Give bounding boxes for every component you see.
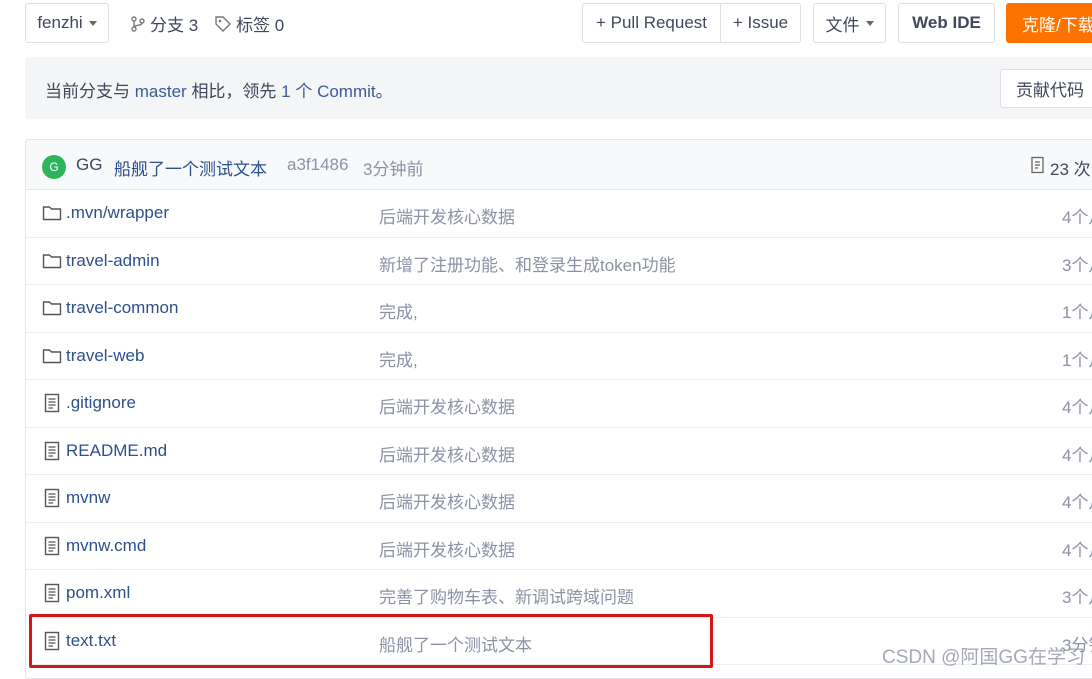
file-commit-time: 3个月 [1062, 255, 1092, 275]
branch-select-label: fenzhi [37, 13, 83, 32]
file-name-link[interactable]: travel-web [66, 346, 144, 366]
folder-icon [42, 251, 62, 271]
file-icon [42, 488, 62, 508]
file-list: G GG 船舰了一个测试文本 a3f1486 3分钟前 23 次 .mvn/wr… [25, 139, 1092, 679]
file-row[interactable]: .gitignore 后端开发核心数据 4个月 [26, 380, 1092, 428]
file-name-link[interactable]: mvnw.cmd [66, 536, 146, 556]
file-name-link[interactable]: travel-common [66, 298, 178, 318]
clone-download-button[interactable]: 克隆/下载 [1006, 3, 1092, 43]
issue-label: + Issue [732, 13, 789, 32]
branch-icon [131, 15, 145, 32]
file-commit-time: 4个月 [1062, 445, 1092, 465]
tags-link[interactable]: 标签 0 [214, 11, 284, 36]
latest-commit-bar: G GG 船舰了一个测试文本 a3f1486 3分钟前 23 次 [26, 140, 1092, 190]
file-commit-time: 3个月 [1062, 588, 1092, 607]
tag-icon [215, 15, 231, 32]
annotation-highlight [29, 614, 713, 668]
banner-branch-link[interactable]: master [135, 82, 187, 101]
branch-compare-text: 当前分支与 master 相比，领先 1 个 Commit。 [45, 77, 393, 102]
chevron-down-icon [865, 20, 874, 26]
contribute-button[interactable]: 贡献代码 [1000, 69, 1092, 108]
banner-prefix: 当前分支与 [45, 82, 130, 101]
file-commit-message[interactable]: 完善了购物车表、新调试跨域问题 [379, 583, 634, 608]
banner-commit-count-link[interactable]: 1 个 Commit [281, 82, 375, 101]
branch-select[interactable]: fenzhi [25, 3, 109, 43]
folder-icon [42, 203, 62, 223]
watermark: CSDN @阿国GG在学习 [882, 647, 1085, 668]
commit-message[interactable]: 船舰了一个测试文本 [114, 155, 267, 180]
file-row[interactable]: travel-common 完成, 1个月 [26, 285, 1092, 333]
file-commit-time: 4个月 [1062, 398, 1092, 417]
branches-link[interactable]: 分支 3 [130, 11, 198, 36]
issue-button[interactable]: + Issue [720, 3, 801, 43]
folder-icon [42, 298, 62, 318]
file-name-link[interactable]: mvnw [66, 488, 110, 508]
web-ide-button[interactable]: Web IDE [898, 3, 995, 43]
file-name-link[interactable]: travel-admin [66, 251, 160, 271]
file-icon [42, 536, 62, 556]
file-commit-message[interactable]: 新增了注册功能、和登录生成token功能 [379, 251, 676, 276]
file-commit-message[interactable]: 完成, [379, 346, 418, 371]
file-commit-time: 4个月 [1062, 540, 1092, 560]
file-row[interactable]: README.md 后端开发核心数据 4个月 [26, 428, 1092, 475]
commit-time: 3分钟前 [363, 160, 424, 179]
file-row[interactable]: pom.xml 完善了购物车表、新调试跨域问题 3个月 [26, 570, 1092, 618]
file-row[interactable]: .mvn/wrapper 后端开发核心数据 4个月 [26, 190, 1092, 238]
file-name-link[interactable]: .mvn/wrapper [66, 203, 169, 223]
chevron-down-icon [88, 20, 97, 26]
commit-history-icon [1031, 156, 1044, 174]
file-commit-time: 1个月 [1062, 350, 1092, 370]
file-commit-message[interactable]: 后端开发核心数据 [379, 441, 515, 466]
file-commit-message[interactable]: 后端开发核心数据 [379, 393, 515, 418]
branches-label: 分支 3 [150, 16, 199, 35]
commit-count[interactable]: 23 次 [1050, 155, 1091, 180]
banner-suffix: 。 [375, 82, 393, 101]
file-row[interactable]: travel-web 完成, 1个月 [26, 333, 1092, 380]
folder-icon [42, 346, 62, 366]
commit-author[interactable]: GG [76, 155, 102, 175]
file-row[interactable]: travel-admin 新增了注册功能、和登录生成token功能 3个月 [26, 238, 1092, 285]
file-commit-message[interactable]: 后端开发核心数据 [379, 536, 515, 561]
file-icon [42, 393, 62, 413]
banner-middle: 相比，领先 [191, 82, 277, 101]
file-name-link[interactable]: README.md [66, 441, 167, 461]
commit-hash[interactable]: a3f1486 [287, 155, 348, 175]
file-name-link[interactable]: pom.xml [66, 583, 130, 603]
file-commit-time: 4个月 [1062, 493, 1092, 512]
avatar[interactable]: G [42, 155, 66, 179]
file-menu-label: 文件 [825, 15, 860, 35]
file-commit-message[interactable]: 后端开发核心数据 [379, 488, 515, 513]
branch-compare-banner: 当前分支与 master 相比，领先 1 个 Commit。 [25, 57, 1092, 119]
pull-request-button[interactable]: + Pull Request [582, 3, 721, 43]
file-menu-button[interactable]: 文件 [813, 3, 886, 43]
file-row[interactable]: mvnw 后端开发核心数据 4个月 [26, 475, 1092, 523]
file-commit-message[interactable]: 完成, [379, 298, 418, 323]
file-name-link[interactable]: .gitignore [66, 393, 136, 413]
file-row[interactable]: mvnw.cmd 后端开发核心数据 4个月 [26, 523, 1092, 570]
file-commit-time: 1个月 [1062, 303, 1092, 322]
clone-download-label: 克隆/下载 [1022, 15, 1092, 35]
file-commit-message[interactable]: 后端开发核心数据 [379, 203, 515, 228]
pull-request-label: + Pull Request [595, 13, 708, 32]
file-commit-time: 4个月 [1062, 208, 1092, 227]
tags-label: 标签 0 [236, 16, 285, 35]
file-icon [42, 583, 62, 603]
web-ide-label: Web IDE [912, 13, 981, 32]
contribute-label: 贡献代码 [1016, 81, 1084, 100]
file-icon [42, 441, 62, 461]
